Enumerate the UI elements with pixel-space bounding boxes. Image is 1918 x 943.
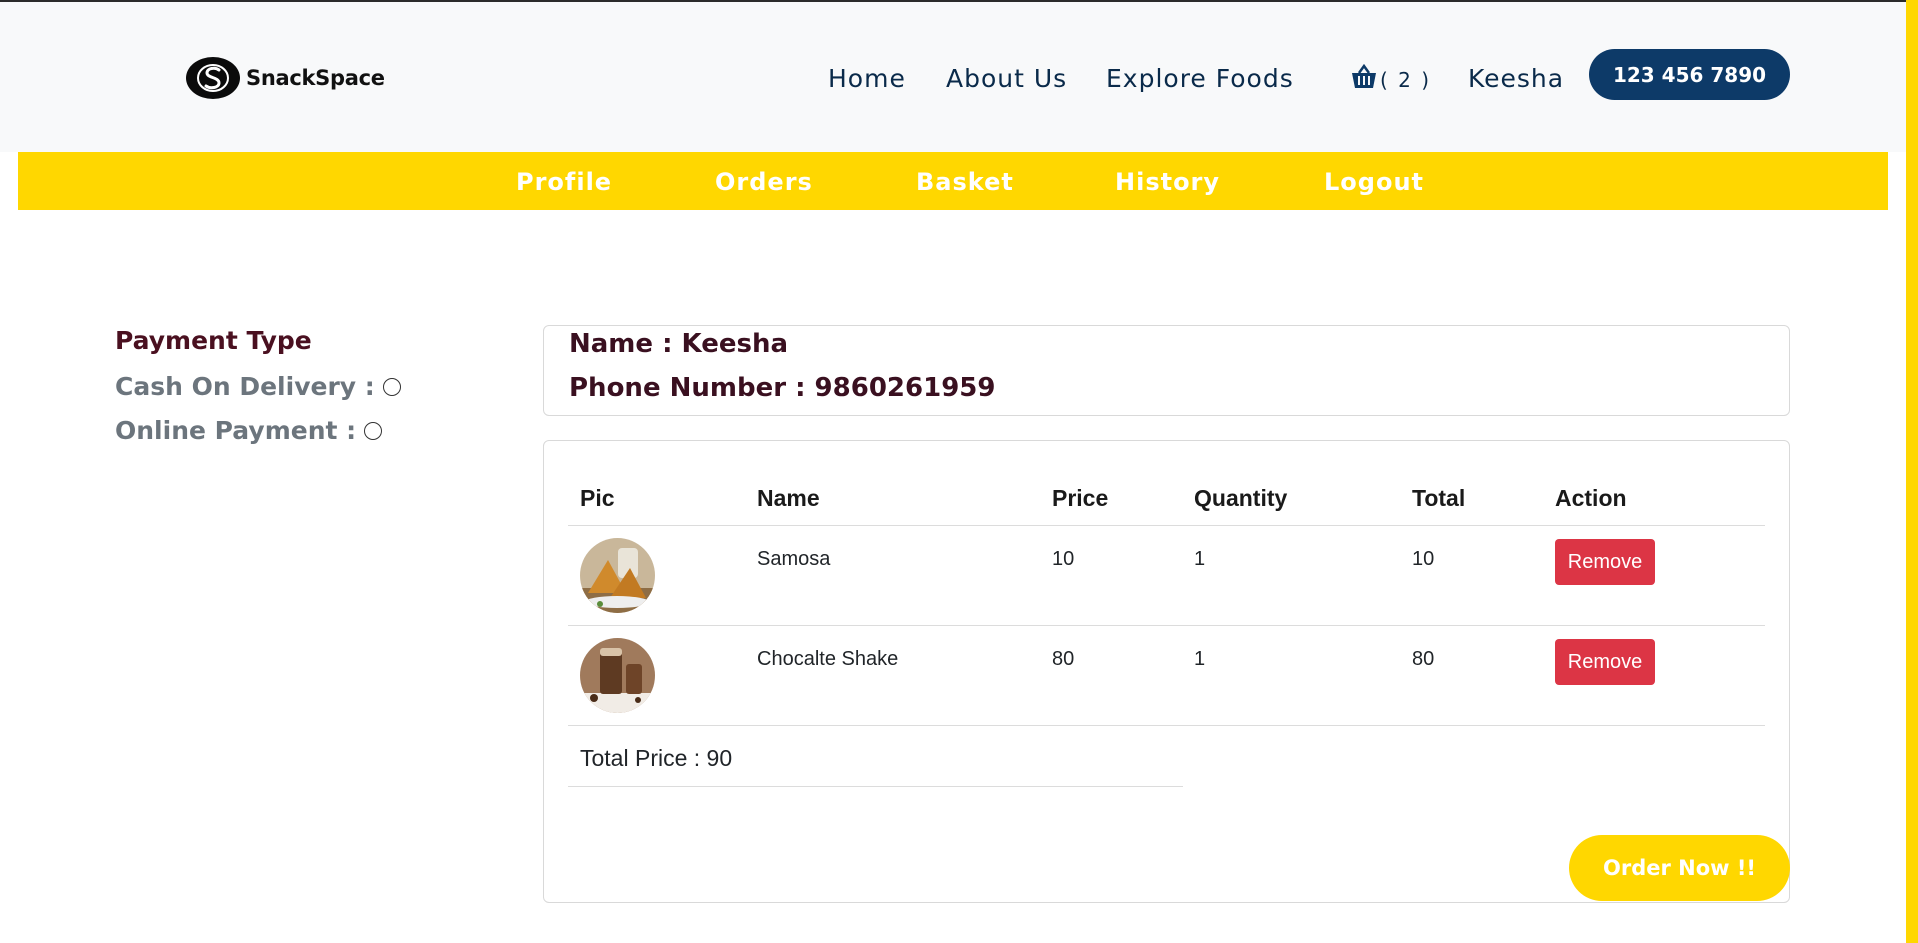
cart-link[interactable]: ( 2 ) xyxy=(1350,63,1432,95)
sub-navigation: Profile Orders Basket History Logout xyxy=(18,152,1888,210)
row-2-name: Chocalte Shake xyxy=(757,648,899,670)
nav-home[interactable]: Home xyxy=(828,64,906,93)
order-now-button[interactable]: Order Now !! xyxy=(1569,835,1790,901)
cash-on-delivery-radio[interactable] xyxy=(382,377,401,396)
right-accent-bar xyxy=(1906,0,1918,943)
row-1-price: 10 xyxy=(1052,548,1075,570)
row-divider xyxy=(568,625,1765,626)
row-divider xyxy=(568,725,1765,726)
header-divider xyxy=(568,525,1765,526)
nav-about-us[interactable]: About Us xyxy=(946,64,1067,93)
cart-count: ( 2 ) xyxy=(1380,67,1432,92)
column-header-total: Total xyxy=(1412,485,1466,511)
row-2-total: 80 xyxy=(1412,648,1435,670)
customer-info-card: Name : Keesha Phone Number : 9860261959 xyxy=(543,325,1790,416)
logo-text: SnackSpace xyxy=(246,66,385,90)
logo-s-icon xyxy=(186,57,240,99)
column-header-price: Price xyxy=(1052,485,1109,511)
site-header: SnackSpace Home About Us Explore Foods (… xyxy=(0,2,1906,152)
remove-button[interactable]: Remove xyxy=(1555,539,1655,585)
subnav-basket[interactable]: Basket xyxy=(916,168,1014,196)
cash-on-delivery-label: Cash On Delivery : xyxy=(115,372,375,401)
nav-user[interactable]: Keesha xyxy=(1468,64,1564,93)
online-payment-radio[interactable] xyxy=(364,421,383,440)
customer-name: Name : Keesha xyxy=(569,329,789,359)
phone-button[interactable]: 123 456 7890 xyxy=(1589,49,1790,100)
cart-table-card: Pic Name Price Quantity Total Action Sam… xyxy=(543,440,1790,903)
cash-on-delivery-option: Cash On Delivery : xyxy=(115,372,401,401)
online-payment-label: Online Payment : xyxy=(115,416,357,445)
row-2-price: 80 xyxy=(1052,648,1075,670)
total-price: Total Price : 90 xyxy=(580,745,733,771)
row-1-total: 10 xyxy=(1412,548,1435,570)
basket-icon xyxy=(1350,63,1378,95)
total-divider xyxy=(568,786,1183,787)
payment-type-heading: Payment Type xyxy=(115,326,312,355)
row-1-name: Samosa xyxy=(757,548,831,570)
column-header-name: Name xyxy=(757,485,820,511)
remove-button[interactable]: Remove xyxy=(1555,639,1655,685)
column-header-pic: Pic xyxy=(580,485,615,511)
row-1-quantity: 1 xyxy=(1194,548,1206,570)
logo[interactable]: SnackSpace xyxy=(186,57,385,99)
nav-explore-foods[interactable]: Explore Foods xyxy=(1106,64,1294,93)
subnav-orders[interactable]: Orders xyxy=(715,168,813,196)
column-header-action: Action xyxy=(1555,485,1627,511)
customer-phone: Phone Number : 9860261959 xyxy=(569,373,996,403)
samosa-image xyxy=(580,538,655,613)
subnav-history[interactable]: History xyxy=(1115,168,1220,196)
online-payment-option: Online Payment : xyxy=(115,416,383,445)
subnav-profile[interactable]: Profile xyxy=(516,168,612,196)
chocolate-shake-image xyxy=(580,638,655,713)
row-2-quantity: 1 xyxy=(1194,648,1206,670)
subnav-logout[interactable]: Logout xyxy=(1324,168,1424,196)
column-header-quantity: Quantity xyxy=(1194,485,1288,511)
